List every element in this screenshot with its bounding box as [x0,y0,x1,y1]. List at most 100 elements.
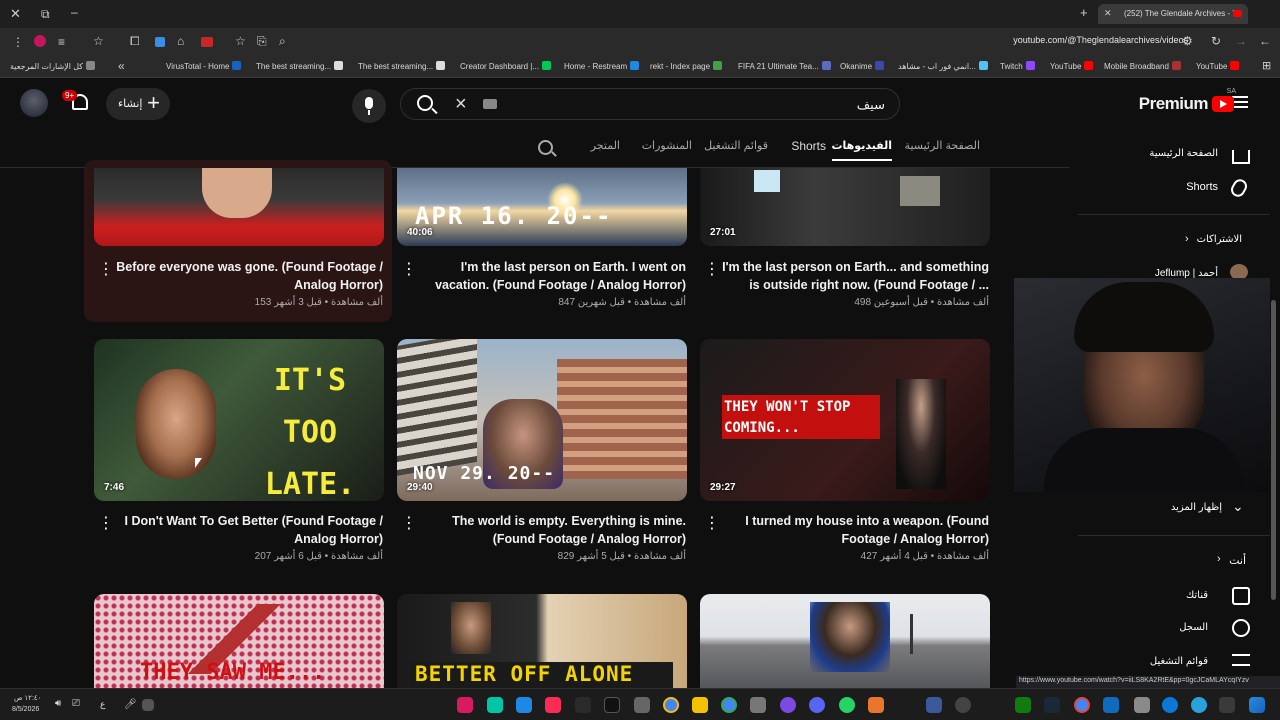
menu-icon[interactable] [1232,96,1248,108]
app-icon[interactable] [780,697,796,713]
forward-icon[interactable]: → [1235,34,1247,48]
network-icon[interactable]: ⎚ [72,698,80,709]
sidebar-you-header[interactable]: أنت [1229,554,1246,567]
app-icon[interactable] [487,697,503,713]
video-options-icon[interactable] [704,513,720,533]
search-input[interactable]: سيف × [400,88,900,120]
keyboard-language[interactable]: ع [100,699,105,710]
bookmark-item[interactable]: Home - Restream [564,61,640,71]
video-thumbnail[interactable] [94,168,384,246]
clock-date[interactable]: 8/5/2026 [12,706,39,713]
sidebar-item-playlists[interactable]: قوائم التشغيل [1150,656,1208,667]
video-thumbnail[interactable]: THEY WON'T STOP COMING... 29:27 [700,339,990,501]
video-title[interactable]: I Don't Want To Get Better (Found Footag… [113,512,384,548]
app-icon[interactable] [516,697,532,713]
app-icon[interactable] [575,697,591,713]
bookmark-item[interactable]: Okanime [840,61,885,71]
clear-search-icon[interactable]: × [455,93,467,116]
video-thumbnail[interactable]: 27:01 [700,168,990,246]
tab-close-icon[interactable]: ✕ [1104,8,1112,19]
video-options-icon[interactable] [401,513,417,533]
sidebar-item-shorts[interactable]: Shorts [1186,181,1218,193]
avatar[interactable] [20,89,48,117]
minimize-window-icon[interactable]: – [71,5,78,19]
bookmark-item[interactable]: Creator Dashboard |... [460,61,552,71]
browser-menu-icon[interactable]: ⋮ [12,35,24,49]
steam-icon[interactable] [1044,697,1060,713]
video-thumbnail[interactable]: NOV 29. 20-- 29:40 [397,339,687,501]
channel-search-icon[interactable] [538,140,553,155]
youtube-logo[interactable]: Premium SA [1139,88,1236,114]
apps-grid-icon[interactable]: ⊞ [1262,59,1271,73]
bookmark-item[interactable]: rekt - Index page [650,61,723,71]
star-icon[interactable]: ☆ [235,34,246,48]
sidebar-item-home[interactable]: الصفحة الرئيسية [1149,148,1218,159]
video-thumbnail[interactable]: APR 16. 20-- 40:06 [397,168,687,246]
xbox-icon[interactable] [1015,697,1031,713]
start-icon[interactable] [1249,697,1265,713]
video-title[interactable]: I'm the last person on Earth. I went on … [416,258,686,294]
voice-search-icon[interactable] [352,89,386,123]
tab-posts[interactable]: المنشورات [642,139,692,152]
chrome-icon[interactable] [721,697,737,713]
video-options-icon[interactable] [98,259,114,279]
extension-icon[interactable]: ⧠ [130,34,140,48]
whatsapp-icon[interactable] [839,697,855,713]
more-bookmarks-icon[interactable]: « [118,59,125,73]
chrome-icon[interactable] [663,697,679,713]
tab-home[interactable]: الصفحة الرئيسية [905,139,980,152]
video-thumbnail[interactable]: IT'S TOO LATE. 7:46 [94,339,384,501]
sidebar-subscriptions-header[interactable]: الاشتراكات [1197,234,1242,245]
bookmark-item[interactable]: FIFA 21 Ultimate Tea... [738,61,831,71]
new-tab-icon[interactable]: + [1080,6,1088,20]
video-title[interactable]: Before everyone was gone. (Found Footage… [113,258,383,294]
app-icon[interactable] [1219,697,1235,713]
app-icon[interactable] [868,697,884,713]
sidebar-item-history[interactable]: السجل [1179,622,1208,633]
app-icon[interactable] [634,697,650,713]
zoom-icon[interactable]: ⌕ [279,34,286,48]
bookmark-item[interactable]: The best streaming... [256,61,344,71]
address-bar[interactable]: youtube.com/@Theglendalearchives/videos [1013,35,1188,45]
restore-window-icon[interactable]: ⧉ [41,7,50,21]
sidebar-item-your-channel[interactable]: قناتك [1186,590,1208,601]
extension-red-icon[interactable] [201,37,213,47]
tiktok-live-icon[interactable] [545,697,561,713]
bookmark-item[interactable]: Mobile Broadband [1104,61,1181,71]
browser-tab[interactable]: ✕ (252) The Glendale Archives - Y [1098,4,1248,24]
extension-blue-icon[interactable] [155,37,165,47]
tab-shorts[interactable]: Shorts [791,139,826,153]
outlook-icon[interactable] [1103,697,1119,713]
obs-icon[interactable] [955,697,971,713]
close-window-icon[interactable]: ✕ [10,7,21,21]
tiktok-icon[interactable] [604,697,620,713]
app-icon[interactable] [750,697,766,713]
video-title[interactable]: I'm the last person on Earth... and some… [719,258,989,294]
app-icon[interactable] [926,697,942,713]
sidebar-scrollbar[interactable] [1271,300,1276,600]
profile-icon[interactable] [34,35,46,47]
bookmark-item[interactable]: Twitch [1000,61,1035,71]
install-app-icon[interactable]: ⎘ [257,34,267,48]
video-options-icon[interactable] [401,259,417,279]
back-icon[interactable]: ← [1259,34,1271,48]
show-more-button[interactable]: إظهار المزيد [1171,502,1222,513]
video-thumbnail[interactable]: THEY SAW ME... [94,594,384,688]
bookmark-star-icon[interactable]: ☆ [93,34,104,48]
video-title[interactable]: The world is empty. Everything is mine. … [416,512,686,548]
tab-store[interactable]: المتجر [591,139,620,152]
edge-icon[interactable] [1162,697,1178,713]
telegram-icon[interactable] [1191,697,1207,713]
app-tray-icon[interactable] [142,699,154,711]
chrome-icon[interactable] [1074,697,1090,713]
app-icon[interactable] [457,697,473,713]
bookmark-item[interactable]: انمي فور اب - مشاهد... [898,61,988,71]
extension-grey-icon[interactable]: ⌂ [177,34,184,48]
app-icon[interactable] [1134,697,1150,713]
video-title[interactable]: I turned my house into a weapon. (Found … [719,512,989,548]
bookmark-item[interactable]: YouTube [1196,61,1240,71]
tab-playlists[interactable]: قوائم التشغيل [704,139,768,152]
video-thumbnail[interactable]: BETTER OFF ALONE [397,594,687,688]
create-button[interactable]: إنشاء + [106,88,170,120]
volume-icon[interactable]: 🔊︎ [55,698,61,709]
